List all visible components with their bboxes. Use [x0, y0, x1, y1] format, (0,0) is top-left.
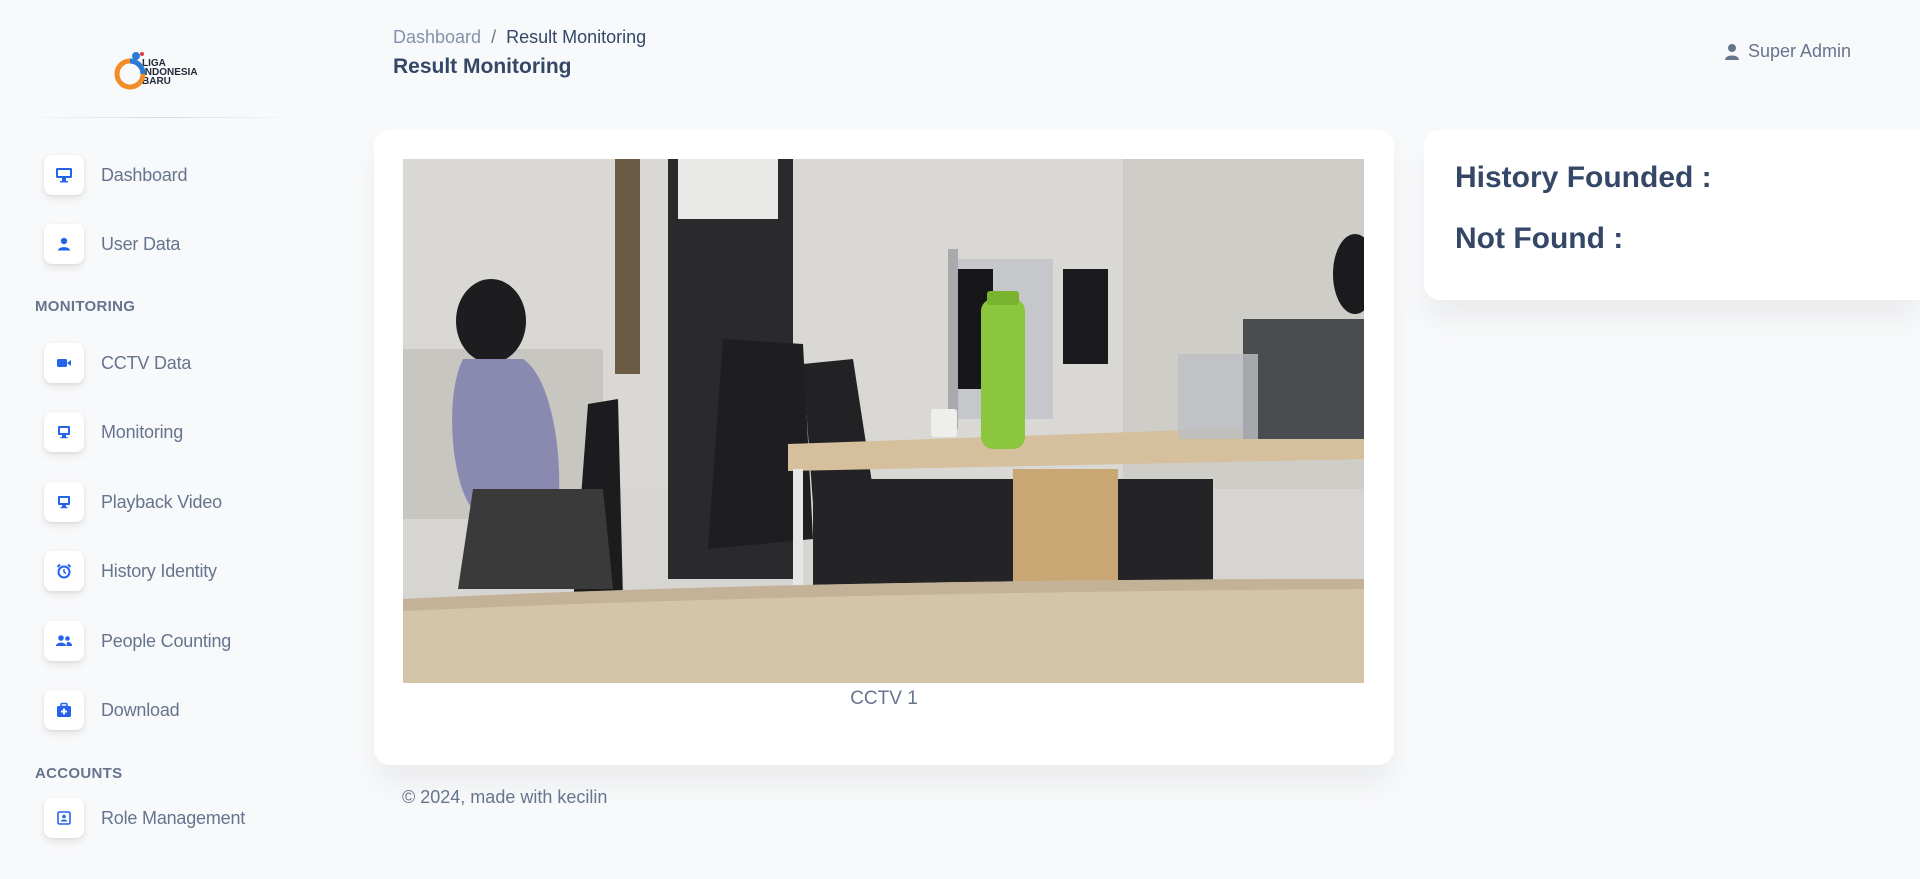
sidebar-item-label: Role Management — [101, 807, 246, 828]
section-heading-monitoring: MONITORING — [35, 298, 136, 315]
sidebar-item-monitoring[interactable]: Monitoring — [44, 410, 183, 454]
sidebar-item-download[interactable]: Download — [44, 688, 180, 732]
cctv-frame-image — [403, 159, 1364, 683]
result-summary-card: History Founded : Not Found : — [1424, 130, 1920, 300]
users-icon — [44, 621, 84, 661]
sidebar-divider — [18, 117, 302, 118]
breadcrumb: Dashboard / Result Monitoring — [393, 27, 646, 48]
breadcrumb-link-dashboard[interactable]: Dashboard — [393, 27, 481, 48]
sidebar-item-label: Playback Video — [101, 491, 222, 512]
sidebar-item-dashboard[interactable]: Dashboard — [44, 153, 187, 197]
sidebar-item-label: Download — [101, 699, 180, 720]
history-founded-label: History Founded : — [1455, 161, 1712, 194]
user-menu[interactable]: Super Admin — [1724, 41, 1851, 62]
section-heading-accounts: ACCOUNTS — [35, 765, 123, 782]
alarm-clock-icon — [44, 551, 84, 591]
liga-indonesia-baru-logo[interactable]: LIGA INDONESIA BARU — [112, 46, 212, 94]
sidebar-item-playback-video[interactable]: Playback Video — [44, 480, 222, 524]
camera-label: CCTV 1 — [850, 688, 918, 709]
sidebar-item-label: History Identity — [101, 560, 217, 581]
sidebar-item-label: User Data — [101, 233, 181, 254]
not-found-label: Not Found : — [1455, 222, 1624, 255]
sidebar-item-cctv-data[interactable]: CCTV Data — [44, 341, 191, 385]
sidebar-item-label: Monitoring — [101, 421, 184, 442]
monitor-icon — [44, 412, 84, 452]
page-title: Result Monitoring — [393, 55, 572, 78]
monitor-icon — [44, 155, 84, 195]
video-camera-icon — [44, 343, 84, 383]
sidebar-item-people-counting[interactable]: People Counting — [44, 619, 231, 663]
sidebar: LIGA INDONESIA BARU Dashboard User Data … — [0, 0, 320, 879]
user-icon — [1724, 43, 1739, 60]
user-icon — [44, 224, 84, 264]
sidebar-item-role-management[interactable]: Role Management — [44, 796, 245, 840]
logo-swirl-icon — [114, 52, 146, 90]
sidebar-item-label: Dashboard — [101, 164, 188, 185]
cctv-video-feed[interactable] — [403, 159, 1364, 683]
sidebar-item-label: People Counting — [101, 630, 232, 651]
monitor-icon — [44, 482, 84, 522]
breadcrumb-separator: / — [491, 27, 497, 47]
sidebar-item-history-identity[interactable]: History Identity — [44, 549, 217, 593]
id-card-icon — [44, 798, 84, 838]
breadcrumb-current: Result Monitoring — [506, 27, 647, 47]
sidebar-item-user-data[interactable]: User Data — [44, 222, 180, 266]
sidebar-item-label: CCTV Data — [101, 352, 192, 373]
user-name: Super Admin — [1747, 41, 1851, 61]
cctv-card: CCTV 1 — [374, 130, 1394, 765]
briefcase-medical-icon — [44, 690, 84, 730]
footer-copyright: © 2024, made with kecilin — [402, 787, 608, 807]
